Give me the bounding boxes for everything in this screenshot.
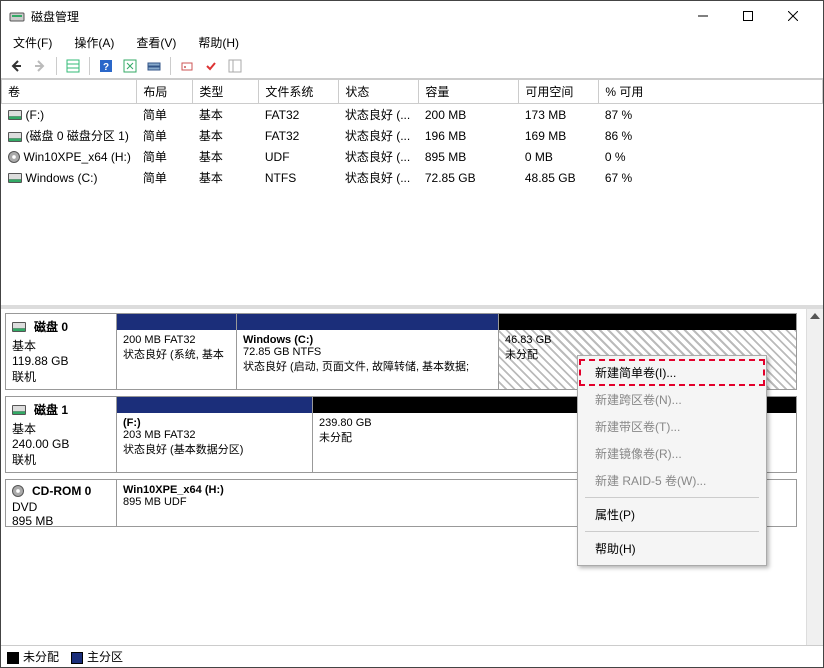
help-icon[interactable]: ? <box>95 55 117 77</box>
menu-new-spanned-volume: 新建跨区卷(N)... <box>579 386 765 413</box>
forward-button[interactable] <box>29 55 51 77</box>
menu-new-mirrored-volume: 新建镜像卷(R)... <box>579 440 765 467</box>
app-icon <box>9 8 25 24</box>
disk-label[interactable]: 磁盘 1 基本 240.00 GB 联机 <box>5 396 117 473</box>
check-icon[interactable] <box>200 55 222 77</box>
menu-new-striped-volume: 新建带区卷(T)... <box>579 413 765 440</box>
col-layout[interactable]: 布局 <box>137 80 193 104</box>
content-area: 卷 布局 类型 文件系统 状态 容量 可用空间 % 可用 (F:)简单基本FAT… <box>1 79 823 667</box>
col-pct[interactable]: % 可用 <box>599 80 823 104</box>
scrollbar[interactable] <box>806 309 823 645</box>
menu-new-simple-volume[interactable]: 新建简单卷(I)... <box>579 359 765 386</box>
view-list-icon[interactable] <box>62 55 84 77</box>
window-title: 磁盘管理 <box>31 8 680 25</box>
menu-action[interactable]: 操作(A) <box>68 32 120 53</box>
col-status[interactable]: 状态 <box>339 80 419 104</box>
disk-list-icon[interactable] <box>143 55 165 77</box>
col-fs[interactable]: 文件系统 <box>259 80 339 104</box>
col-type[interactable]: 类型 <box>193 80 259 104</box>
context-menu: 新建简单卷(I)... 新建跨区卷(N)... 新建带区卷(T)... 新建镜像… <box>577 355 767 566</box>
volume-table: 卷 布局 类型 文件系统 状态 容量 可用空间 % 可用 (F:)简单基本FAT… <box>1 79 823 188</box>
menu-properties[interactable]: 属性(P) <box>579 501 765 528</box>
table-row[interactable]: Windows (C:)简单基本NTFS状态良好 (...72.85 GB48.… <box>2 167 823 188</box>
minimize-button[interactable] <box>680 2 725 30</box>
disk-graph-pane: 磁盘 0 基本 119.88 GB 联机 200 MB FAT32状态良好 (系… <box>1 309 823 645</box>
action-icon[interactable] <box>176 55 198 77</box>
settings-icon[interactable] <box>224 55 246 77</box>
disk-label[interactable]: 磁盘 0 基本 119.88 GB 联机 <box>5 313 117 390</box>
menu-help[interactable]: 帮助(H) <box>192 32 245 53</box>
svg-text:?: ? <box>103 62 109 73</box>
app-window: 磁盘管理 文件(F) 操作(A) 查看(V) 帮助(H) ? 卷 <box>0 0 824 668</box>
col-volume[interactable]: 卷 <box>2 80 137 104</box>
menu-view[interactable]: 查看(V) <box>130 32 182 53</box>
close-button[interactable] <box>770 2 815 30</box>
col-free[interactable]: 可用空间 <box>519 80 599 104</box>
menu-bar: 文件(F) 操作(A) 查看(V) 帮助(H) <box>1 31 823 53</box>
table-row[interactable]: (磁盘 0 磁盘分区 1)简单基本FAT32状态良好 (...196 MB169… <box>2 125 823 146</box>
table-row[interactable]: Win10XPE_x64 (H:)简单基本UDF状态良好 (...895 MB0… <box>2 146 823 167</box>
menu-new-raid5-volume: 新建 RAID-5 卷(W)... <box>579 467 765 494</box>
volume-list-pane: 卷 布局 类型 文件系统 状态 容量 可用空间 % 可用 (F:)简单基本FAT… <box>1 79 823 309</box>
legend: 未分配 主分区 <box>1 645 823 667</box>
back-button[interactable] <box>5 55 27 77</box>
refresh-icon[interactable] <box>119 55 141 77</box>
partition[interactable]: (F:)203 MB FAT32状态良好 (基本数据分区) <box>117 413 313 472</box>
partition[interactable]: 200 MB FAT32状态良好 (系统, 基本 <box>117 330 237 389</box>
maximize-button[interactable] <box>725 2 770 30</box>
col-capacity[interactable]: 容量 <box>419 80 519 104</box>
menu-help[interactable]: 帮助(H) <box>579 535 765 562</box>
title-bar: 磁盘管理 <box>1 1 823 31</box>
table-row[interactable]: (F:)简单基本FAT32状态良好 (...200 MB173 MB87 % <box>2 104 823 126</box>
toolbar: ? <box>1 53 823 79</box>
partition[interactable]: Windows (C:)72.85 GB NTFS状态良好 (启动, 页面文件,… <box>237 330 499 389</box>
menu-file[interactable]: 文件(F) <box>7 32 58 53</box>
disk-label[interactable]: CD-ROM 0 DVD 895 MB <box>5 479 117 527</box>
